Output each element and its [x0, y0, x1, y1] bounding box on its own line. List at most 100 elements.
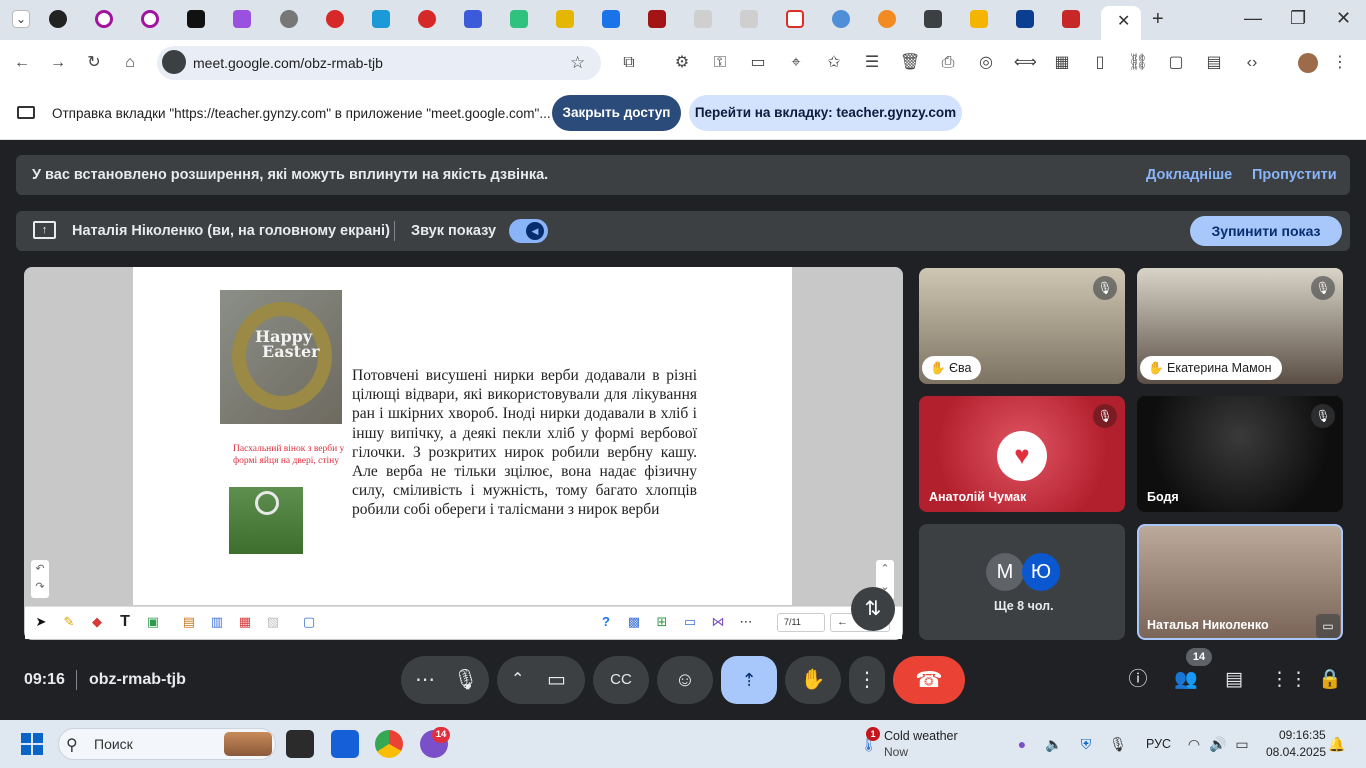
stop-sharing-button[interactable]: Закрыть доступ [552, 95, 681, 131]
close-window-icon[interactable]: ✕ [1336, 8, 1351, 29]
search-placeholder[interactable]: Поиск [94, 736, 133, 752]
camera-icon[interactable]: ▭ [547, 656, 566, 704]
tab-app-icon[interactable] [510, 10, 528, 28]
tool-icon[interactable]: ▥ [209, 614, 225, 630]
devtools-icon[interactable]: ‹› [1242, 53, 1262, 73]
pip-icon[interactable]: ▭ [1316, 614, 1340, 638]
task-view-icon[interactable] [286, 730, 314, 758]
captions-button[interactable]: CC [593, 656, 649, 704]
site-info-icon[interactable] [162, 50, 186, 74]
extensions-icon[interactable]: ⧉ [619, 53, 639, 73]
more-audio-options-icon[interactable]: ⋯ [415, 656, 435, 704]
maximize-icon[interactable]: ❐ [1290, 8, 1306, 29]
tab-app-icon[interactable] [1016, 10, 1034, 28]
help-icon[interactable]: ? [598, 614, 614, 630]
stop-presenting-button[interactable]: Зупинити показ [1190, 216, 1342, 246]
tab-app-icon[interactable] [832, 10, 850, 28]
people-icon[interactable]: 👥 [1174, 668, 1198, 692]
reload-icon[interactable]: ↻ [84, 53, 104, 73]
taskbar-time[interactable]: 09:16:35 [1279, 728, 1326, 742]
qr-icon[interactable]: ▦ [1052, 53, 1072, 73]
share-icon[interactable]: ⋈ [710, 614, 726, 630]
tab-app-icon[interactable] [924, 10, 942, 28]
reading-list-icon[interactable]: ☰ [862, 53, 882, 73]
bookmark-star-icon[interactable]: ☆ [570, 53, 585, 73]
tab-app-icon[interactable] [970, 10, 988, 28]
add-page-icon[interactable]: ⊞ [654, 614, 670, 630]
meeting-info-icon[interactable]: ⓘ [1126, 668, 1150, 692]
new-tab-icon[interactable]: + [1152, 8, 1164, 31]
audio-options-mic-button[interactable]: ⋯ 🎙 [401, 656, 489, 704]
tab-app-icon[interactable] [464, 10, 482, 28]
tab-app-icon[interactable] [556, 10, 574, 28]
profile-avatar[interactable] [1298, 53, 1318, 73]
viber-tray-icon[interactable]: ● [1013, 736, 1031, 752]
translate-icon[interactable]: ⟺ [1014, 53, 1037, 73]
tool-icon[interactable]: ▦ [237, 614, 253, 630]
speaker-tray-icon[interactable]: 🔈 [1045, 736, 1063, 752]
emoji-button[interactable]: ☺ [657, 656, 713, 704]
video-options-camera-button[interactable]: ⌃ ▭ [497, 656, 585, 704]
tab-app-icon[interactable] [1062, 10, 1080, 28]
tool-icon[interactable]: ▩ [626, 614, 642, 630]
tool-icon[interactable]: ▢ [301, 614, 317, 630]
weather-title[interactable]: Cold weather [884, 729, 958, 743]
toolbar-icon[interactable]: ⚙ [672, 53, 692, 73]
minimize-icon[interactable]: — [1244, 8, 1262, 29]
tab-app-icon[interactable] [694, 10, 712, 28]
security-tray-icon[interactable]: ⛨ [1077, 736, 1095, 752]
key-icon[interactable]: ⚿ [710, 53, 730, 73]
learn-more-link[interactable]: Докладніше [1146, 167, 1232, 183]
tab-gmail-icon[interactable] [786, 10, 804, 28]
microsoft-store-icon[interactable] [331, 730, 359, 758]
start-button[interactable] [21, 733, 43, 755]
raise-hand-button[interactable]: ✋ [785, 656, 841, 704]
address-url[interactable]: meet.google.com/obz-rmab-tjb [193, 55, 383, 71]
cast-icon[interactable]: ▢ [1166, 53, 1186, 73]
skip-link[interactable]: Пропустити [1252, 167, 1337, 183]
tab-app-icon[interactable] [602, 10, 620, 28]
language-indicator[interactable]: РУС [1146, 737, 1171, 751]
go-to-tab-button[interactable]: Перейти на вкладку: teacher.gynzy.com [689, 95, 962, 131]
shapes-icon[interactable]: ▣ [145, 614, 161, 630]
tab-close-icon[interactable]: ✕ [1117, 11, 1130, 31]
trash-icon[interactable]: 🗑 [900, 53, 920, 73]
tab-app-icon[interactable] [372, 10, 390, 28]
tab-app-icon[interactable] [740, 10, 758, 28]
eraser-icon[interactable]: ◆ [89, 614, 105, 630]
tab-globe-icon[interactable] [280, 10, 298, 28]
pencil-icon[interactable]: ✎ [61, 614, 77, 630]
link-icon[interactable]: ⛓ [1128, 53, 1148, 73]
more-participants-tile[interactable] [919, 524, 1125, 640]
chat-icon[interactable]: ▤ [1222, 668, 1246, 692]
tab-app-icon[interactable] [233, 10, 251, 28]
tab-app-icon[interactable] [326, 10, 344, 28]
tab-app-icon[interactable] [418, 10, 436, 28]
more-options-button[interactable]: ⋮ [849, 656, 885, 704]
taskbar-date[interactable]: 08.04.2025 [1266, 745, 1326, 759]
tab-app-icon[interactable] [49, 10, 67, 28]
tool-icon[interactable]: ▧ [265, 614, 281, 630]
print-icon[interactable]: ⎙ [938, 53, 958, 73]
tab-search-icon[interactable]: ▤ [1204, 53, 1224, 73]
end-call-button[interactable]: ☎ [893, 656, 965, 704]
tab-app-icon[interactable] [878, 10, 896, 28]
forward-icon[interactable]: → [48, 53, 68, 73]
star-icon[interactable]: ✩ [824, 53, 844, 73]
screenshot-icon[interactable]: ◎ [976, 53, 996, 73]
tab-quizlet-icon[interactable] [141, 10, 159, 28]
chrome-icon[interactable] [375, 730, 403, 758]
card-icon[interactable]: ▭ [748, 53, 768, 73]
host-controls-icon[interactable]: 🔒 [1318, 668, 1342, 692]
text-tool-icon[interactable]: T [117, 614, 133, 630]
page-indicator[interactable]: 7/11 [777, 613, 825, 632]
more-icon[interactable]: ⋯ [738, 614, 754, 630]
chevron-up-icon[interactable]: ⌃ [511, 656, 524, 704]
undo-redo-control[interactable]: ↶ ↷ [31, 560, 49, 598]
reader-icon[interactable]: ▯ [1090, 53, 1110, 73]
activities-icon[interactable]: ⋮⋮ [1270, 668, 1308, 692]
menu-dots-icon[interactable]: ⋮ [1330, 53, 1350, 73]
volume-icon[interactable]: 🔊 [1209, 736, 1227, 752]
tab-app-icon[interactable] [187, 10, 205, 28]
notifications-bell-icon[interactable]: 🔔 [1328, 736, 1346, 752]
